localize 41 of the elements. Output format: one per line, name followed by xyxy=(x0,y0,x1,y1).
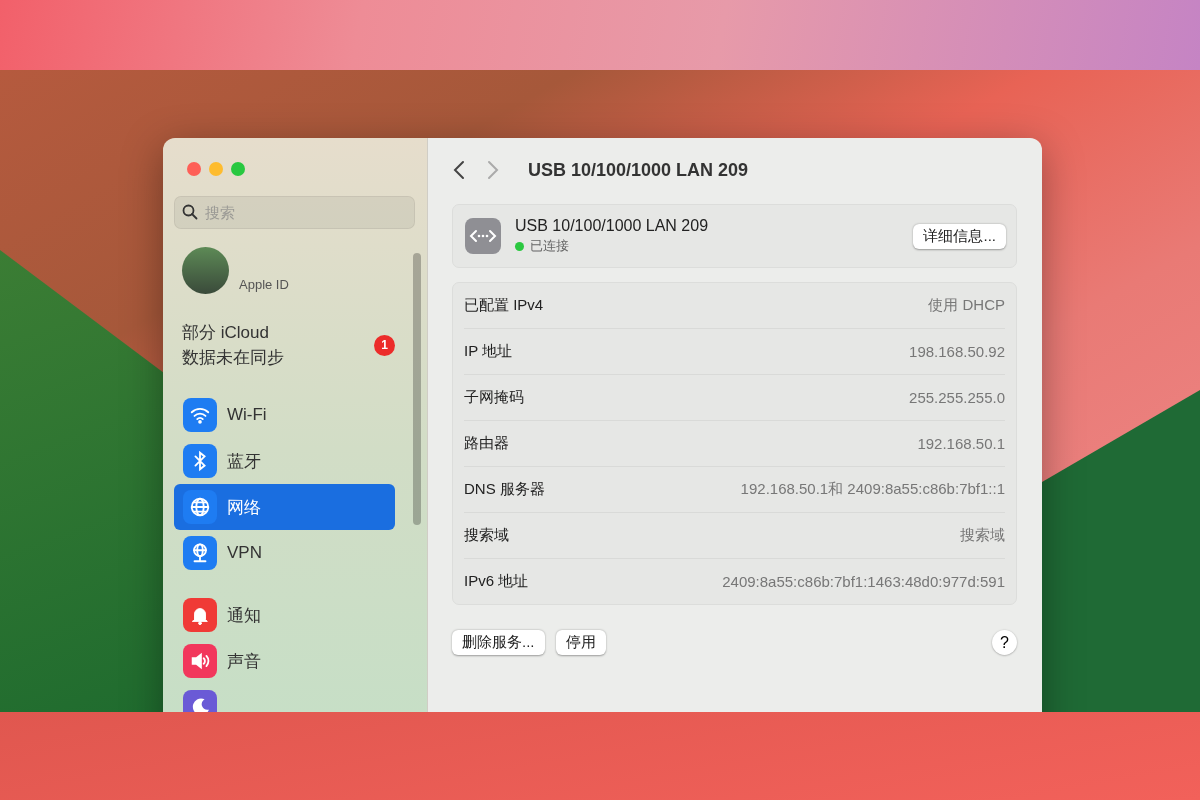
minimize-button[interactable] xyxy=(209,162,223,176)
row-value: 使用 DHCP xyxy=(928,296,1005,315)
row-label: 已配置 IPv4 xyxy=(464,296,544,315)
notification-badge: 1 xyxy=(374,334,395,356)
sidebar-item[interactable]: 网络 xyxy=(174,484,395,530)
help-button[interactable]: ? xyxy=(992,630,1017,655)
row-label: DNS 服务器 xyxy=(464,480,545,499)
forward-icon[interactable] xyxy=(486,160,500,180)
ethernet-icon xyxy=(465,218,501,254)
scrollbar[interactable] xyxy=(413,253,421,525)
sidebar-item[interactable]: Wi-Fi xyxy=(174,392,395,438)
status-text: 已连接 xyxy=(530,237,569,255)
avatar-placeholder[interactable] xyxy=(182,247,229,294)
sidebar-item[interactable]: 通知 xyxy=(174,592,395,638)
zoom-button[interactable] xyxy=(231,162,245,176)
row-label: 搜索域 xyxy=(464,526,509,545)
row-value: 198.168.50.92 xyxy=(909,343,1005,360)
close-button[interactable] xyxy=(187,162,201,176)
row-label: 子网掩码 xyxy=(464,388,524,407)
row-value: 192.168.50.1和 2409:8a55:c86b:7bf1::1 xyxy=(740,480,1005,499)
service-name: USB 10/100/1000 LAN 209 xyxy=(515,217,709,234)
globe-icon xyxy=(189,496,211,518)
sidebar-item[interactable]: 声音 xyxy=(174,638,395,684)
footer-button[interactable]: 删除服务... xyxy=(452,630,545,655)
row-label: IPv6 地址 xyxy=(464,572,529,591)
details-button[interactable]: 详细信息... xyxy=(913,223,1006,249)
footer-button[interactable]: 停用 xyxy=(555,630,606,655)
back-icon[interactable] xyxy=(452,160,466,180)
row-value: 255.255.255.0 xyxy=(909,389,1005,406)
row-value: 2409:8a55:c86b:7bf1:1463:48d0:977d:591 xyxy=(722,573,1005,590)
row-value: 搜索域 xyxy=(960,526,1005,545)
sync-warning[interactable]: 部分 iCloud 数据未在同步 xyxy=(182,320,284,370)
page-title: USB 10/100/1000 LAN 209 xyxy=(528,159,749,181)
speaker-icon xyxy=(189,650,211,672)
search-icon xyxy=(182,204,198,220)
account-label[interactable]: Apple ID xyxy=(239,277,289,294)
row-label: 路由器 xyxy=(464,434,509,453)
sidebar-item[interactable]: 蓝牙 xyxy=(174,438,395,484)
sidebar-item[interactable]: VPN xyxy=(174,530,395,576)
row-label: IP 地址 xyxy=(464,342,513,361)
row-value: 192.168.50.1 xyxy=(917,435,1005,452)
